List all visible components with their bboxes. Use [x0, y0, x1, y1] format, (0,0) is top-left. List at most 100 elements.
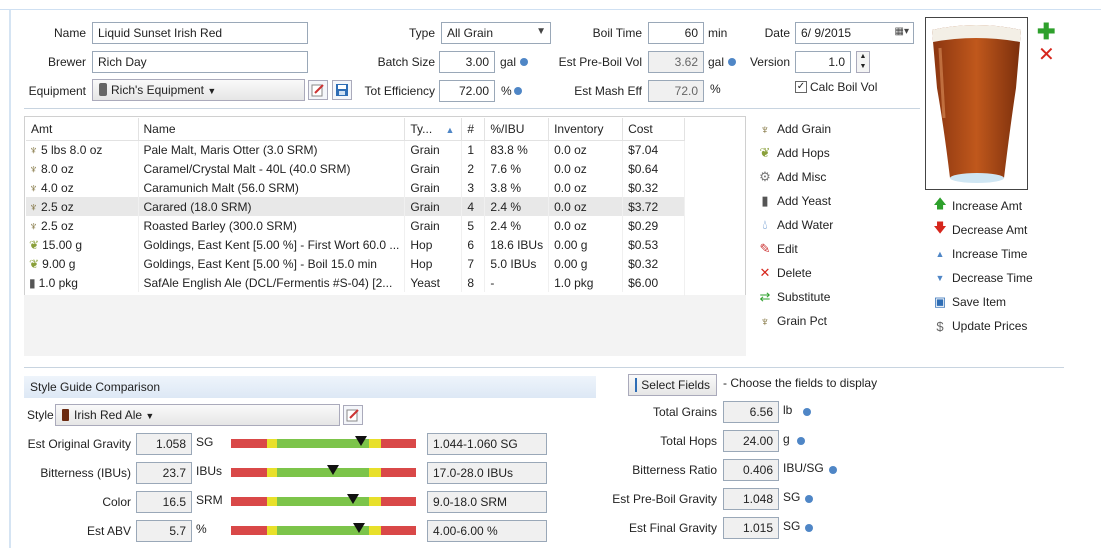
hop-icon: ❦: [29, 256, 40, 271]
style-guide-header: Style Guide Comparison: [24, 376, 596, 398]
edit-equipment-button[interactable]: [308, 80, 328, 100]
increase-time-button[interactable]: ▲ Increase Time: [932, 246, 1028, 262]
save-item-button[interactable]: ▣ Save Item: [932, 294, 1006, 310]
col-amt[interactable]: Amt: [26, 118, 139, 141]
cell-type: Grain: [404, 178, 463, 197]
table-row[interactable]: ❦ 15.00 g Goldings, East Kent [5.00 %] - F…: [26, 235, 686, 254]
bar-segment: [267, 439, 277, 448]
bar-segment: [277, 468, 369, 477]
triangle-down-icon: ▼: [935, 273, 945, 283]
grain-pct-button[interactable]: ♆ Grain Pct: [757, 313, 827, 329]
delete-button[interactable]: ✕ Delete: [757, 265, 812, 281]
style-value: Irish Red Ale: [74, 408, 143, 422]
edit-icon: ✎: [759, 241, 771, 256]
efficiency-unit: %: [501, 84, 512, 98]
substitute-button[interactable]: ⇄ Substitute: [757, 289, 831, 305]
info-dot-icon[interactable]: [803, 408, 811, 416]
info-dot-icon[interactable]: [805, 495, 813, 503]
arrow-down-icon: 🡇: [933, 220, 947, 235]
cell-cost: $0.53: [622, 235, 686, 254]
increase-amt-button[interactable]: 🡅 Increase Amt: [932, 196, 1022, 214]
info-dot-icon[interactable]: [829, 466, 837, 474]
col-inventory[interactable]: Inventory: [548, 118, 624, 141]
cell-type: Grain: [404, 140, 463, 159]
edit-style-button[interactable]: [343, 405, 363, 425]
info-dot-icon[interactable]: [514, 87, 522, 95]
col-cost[interactable]: Cost: [622, 118, 686, 141]
bar-segment: [231, 439, 267, 448]
add-misc-button[interactable]: ⚙ Add Misc: [757, 169, 826, 185]
calc-boil-vol-checkbox[interactable]: ✓ Calc Boil Vol: [795, 80, 877, 94]
add-recipe-icon[interactable]: ✚: [1037, 21, 1055, 43]
style-range-bar: [231, 465, 416, 477]
cell-type: Grain: [404, 216, 463, 235]
grain-icon: ♆: [760, 121, 770, 137]
save-icon: ▣: [933, 294, 947, 309]
date-picker[interactable]: 6/ 9/2015 ▦▾: [795, 22, 914, 44]
style-row-range: 9.0-18.0 SRM: [427, 491, 547, 513]
add-misc-label: Add Misc: [777, 170, 827, 184]
table-row[interactable]: ♆ 2.5 oz Roasted Barley (300.0 SRM) Grain 5 2…: [26, 216, 686, 235]
table-row-empty: [26, 292, 686, 296]
col-pct[interactable]: %/IBU: [484, 118, 550, 141]
substitute-icon: ⇄: [759, 289, 771, 304]
info-dot-icon[interactable]: [520, 58, 528, 66]
col-name[interactable]: Name: [138, 118, 406, 141]
decrease-time-button[interactable]: ▼ Decrease Time: [932, 270, 1033, 286]
cell-amt: ♆ 4.0 oz: [26, 178, 139, 197]
field-row-unit: lb: [783, 403, 793, 417]
equipment-value: Rich's Equipment: [111, 83, 204, 97]
info-dot-icon[interactable]: [805, 524, 813, 532]
equipment-select[interactable]: Rich's Equipment ▼: [92, 79, 305, 101]
cell-pct: 7.6 %: [484, 159, 550, 178]
style-row-range: 1.044-1.060 SG: [427, 433, 547, 455]
info-dot-icon[interactable]: [797, 437, 805, 445]
table-row[interactable]: ♆ 4.0 oz Caramunich Malt (56.0 SRM) Grain 3 3…: [26, 178, 686, 197]
edit-icon: [346, 409, 359, 422]
add-water-button[interactable]: 💧︎ Add Water: [757, 217, 833, 233]
bar-segment: [369, 526, 381, 535]
sort-asc-icon: ▲: [445, 124, 455, 135]
delete-recipe-icon[interactable]: ✕: [1038, 45, 1055, 65]
col-type[interactable]: Ty... ▲: [404, 118, 463, 141]
cell-num: 7: [461, 254, 486, 273]
name-input[interactable]: Liquid Sunset Irish Red: [92, 22, 308, 44]
add-hops-button[interactable]: ❦ Add Hops: [757, 145, 830, 161]
grain-icon: ♆: [29, 161, 38, 176]
add-yeast-button[interactable]: ▮ Add Yeast: [757, 193, 831, 209]
add-grain-button[interactable]: ♆ Add Grain: [757, 121, 831, 137]
amount-text: 2.5 oz: [41, 199, 74, 214]
version-spinner[interactable]: ▲ ▼: [856, 51, 870, 73]
efficiency-input[interactable]: 72.00: [439, 80, 495, 102]
bar-segment: [369, 497, 381, 506]
boil-time-input[interactable]: 60: [648, 22, 704, 44]
cell-inventory: 1.0 pkg: [548, 273, 624, 292]
table-row[interactable]: ♆ 5 lbs 8.0 oz Pale Malt, Maris Otter (3.0…: [26, 140, 686, 159]
save-equipment-button[interactable]: [332, 80, 352, 100]
table-row[interactable]: ❦ 9.00 g Goldings, East Kent [5.00 %] - Bo…: [26, 254, 686, 273]
mash-eff-value: 72.0: [648, 80, 704, 102]
add-yeast-label: Add Yeast: [777, 194, 832, 208]
info-dot-icon[interactable]: [728, 58, 736, 66]
table-row[interactable]: ▮ 1.0 pkg SafAle English Ale (DCL/Fermenti…: [26, 273, 686, 292]
type-select[interactable]: All Grain ▼: [441, 22, 551, 44]
update-prices-button[interactable]: $ Update Prices: [932, 318, 1027, 334]
cell-inventory: 0.0 oz: [548, 159, 624, 178]
cell-num: 8: [461, 273, 486, 292]
cell-amt: ♆ 2.5 oz: [26, 216, 139, 235]
brewer-input[interactable]: Rich Day: [92, 51, 308, 73]
table-row[interactable]: ♆ 8.0 oz Caramel/Crystal Malt - 40L (40.0 …: [26, 159, 686, 178]
select-fields-button[interactable]: Select Fields: [628, 374, 717, 396]
grain-pct-label: Grain Pct: [777, 314, 828, 328]
batch-size-input[interactable]: 3.00: [439, 51, 495, 73]
style-row-value: 5.7: [136, 520, 192, 542]
version-input[interactable]: 1.0: [795, 51, 851, 73]
style-row-range: 17.0-28.0 IBUs: [427, 462, 547, 484]
edit-button[interactable]: ✎ Edit: [757, 241, 798, 257]
fields-icon: [635, 378, 638, 392]
col-num[interactable]: #: [461, 118, 486, 141]
style-select[interactable]: Irish Red Ale ▼: [55, 404, 340, 426]
cell-name: Caramunich Malt (56.0 SRM): [138, 178, 406, 197]
table-row[interactable]: ♆ 2.5 oz Carared (18.0 SRM) Grain 4 2.4 % 0.0 …: [26, 197, 686, 216]
decrease-amt-button[interactable]: 🡇 Decrease Amt: [932, 220, 1027, 238]
